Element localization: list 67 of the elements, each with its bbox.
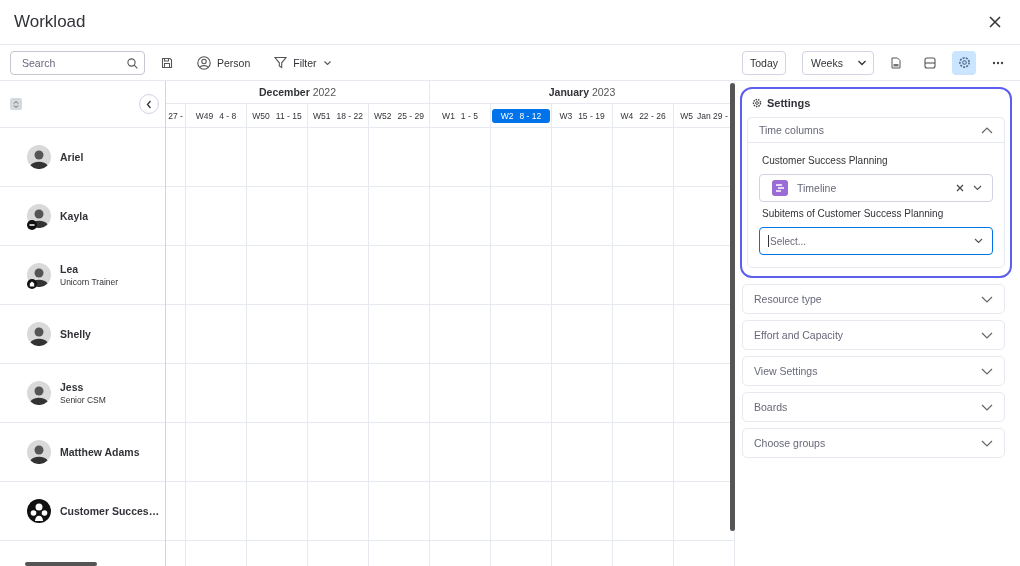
week-label[interactable]: 27 - bbox=[168, 108, 183, 123]
person-name: Jess bbox=[60, 381, 85, 393]
close-icon bbox=[989, 16, 1001, 28]
split-view-icon bbox=[924, 56, 936, 69]
search-field[interactable]: Search bbox=[10, 50, 145, 75]
chevron-down-icon[interactable] bbox=[974, 238, 983, 244]
window-title: Workload bbox=[14, 12, 86, 32]
section-header[interactable]: Time columns bbox=[748, 118, 1004, 143]
section-header[interactable]: Choose groups bbox=[742, 428, 1005, 458]
section-header[interactable]: Boards bbox=[742, 392, 1005, 422]
search-icon bbox=[127, 57, 138, 69]
person-name: Kayla bbox=[60, 210, 89, 222]
chevron-down-icon bbox=[981, 367, 993, 375]
week-label[interactable]: W2 8 - 12 bbox=[491, 108, 551, 123]
clear-icon[interactable] bbox=[956, 184, 964, 192]
week-label[interactable]: W51 18 - 22 bbox=[308, 108, 368, 123]
section-header[interactable]: Effort and Capacity bbox=[742, 320, 1005, 350]
person-name: Matthew Adams bbox=[60, 446, 140, 458]
week-label[interactable]: W1 1 - 5 bbox=[437, 108, 483, 123]
filter-icon bbox=[274, 56, 288, 69]
select-field[interactable]: Select... bbox=[759, 227, 993, 255]
panel-title: Settings bbox=[767, 97, 811, 109]
scale-dropdown[interactable]: Weeks bbox=[802, 50, 874, 75]
person-name: Customer Succes… bbox=[60, 505, 160, 517]
sort-icon bbox=[13, 99, 19, 109]
section-header[interactable]: View Settings bbox=[742, 356, 1005, 386]
chevron-down-icon bbox=[981, 439, 993, 447]
save-icon bbox=[161, 56, 173, 69]
week-label[interactable]: W4 22 - 26 bbox=[615, 108, 671, 123]
week-label[interactable]: W52 25 - 29 bbox=[369, 108, 429, 123]
month-label: December 2022 bbox=[258, 86, 337, 98]
column-select[interactable]: Timeline bbox=[759, 174, 993, 202]
section-header[interactable]: Resource type bbox=[742, 284, 1005, 314]
settings-button[interactable] bbox=[952, 50, 976, 75]
person-icon bbox=[197, 55, 211, 70]
scrollbar[interactable] bbox=[730, 83, 735, 531]
sort-button[interactable] bbox=[10, 98, 22, 110]
week-label[interactable]: W50 11 - 15 bbox=[247, 108, 307, 123]
chevron-down-icon bbox=[981, 403, 993, 411]
field-label: Subitems of Customer Success Planning bbox=[762, 208, 945, 219]
person-button[interactable]: Person bbox=[191, 50, 257, 75]
settings-icon bbox=[752, 98, 762, 108]
filter-button[interactable]: Filter bbox=[268, 50, 338, 75]
field-label: Customer Success Planning bbox=[762, 155, 889, 166]
today-button[interactable]: Today bbox=[741, 50, 786, 75]
collapse-button[interactable] bbox=[139, 94, 159, 114]
week-label[interactable]: W49 4 - 8 bbox=[190, 108, 242, 123]
more-icon bbox=[992, 60, 1004, 65]
chevron-down-icon bbox=[981, 295, 993, 303]
document-icon bbox=[891, 56, 901, 69]
person-role: Senior CSM bbox=[60, 395, 106, 405]
caret-icon bbox=[322, 59, 332, 66]
person-name: Ariel bbox=[60, 151, 84, 163]
settings-icon bbox=[957, 56, 971, 69]
timeline-icon bbox=[772, 180, 788, 196]
week-label[interactable]: W5 Jan 29 - bbox=[678, 108, 730, 123]
person-role: Unicorn Trainer bbox=[60, 277, 119, 287]
month-label: January 2023 bbox=[548, 86, 616, 98]
person-name: Shelly bbox=[60, 328, 91, 340]
week-label[interactable]: W3 15 - 19 bbox=[554, 108, 610, 123]
person-name: Lea bbox=[60, 263, 80, 275]
chevron-down-icon bbox=[981, 331, 993, 339]
chevron-down-icon[interactable] bbox=[973, 185, 982, 191]
chevron-left-icon bbox=[146, 99, 152, 109]
chevron-up-icon bbox=[981, 126, 993, 134]
scrollbar[interactable] bbox=[25, 562, 97, 566]
chevron-down-icon bbox=[857, 59, 867, 66]
